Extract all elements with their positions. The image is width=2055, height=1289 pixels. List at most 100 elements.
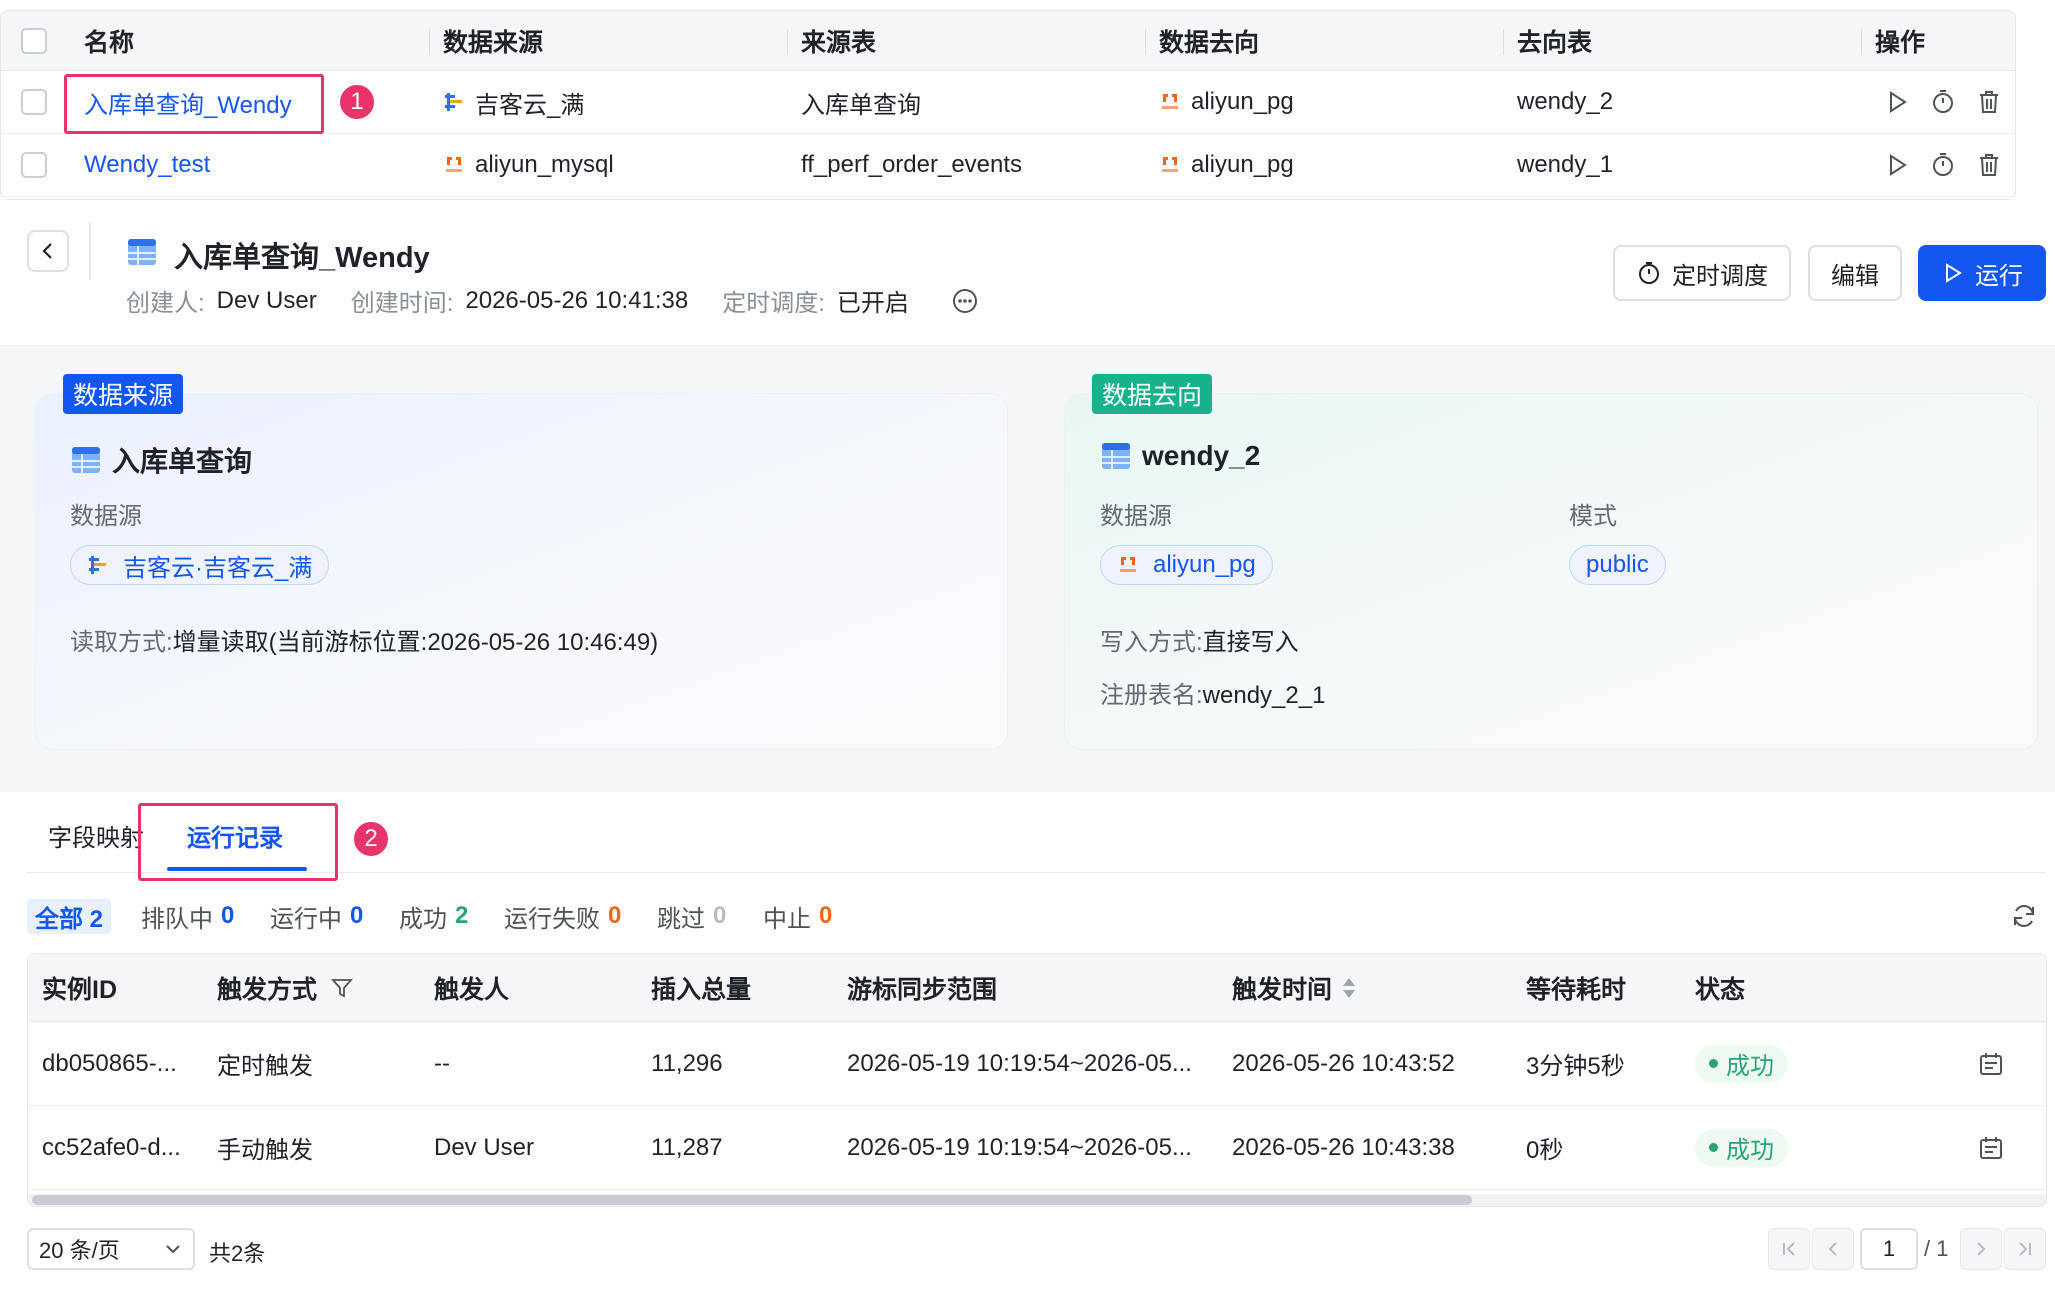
page-total: / 1 — [1924, 1236, 1949, 1261]
write-mode-value: 直接写入 — [1202, 629, 1299, 656]
col-dest-table: 去向表 — [1517, 28, 1593, 57]
filter-aborted[interactable]: 中止 0 — [763, 898, 832, 934]
filter-queued[interactable]: 排队中 0 — [141, 898, 234, 934]
horizontal-scrollbar[interactable] — [28, 1194, 2046, 1206]
log-icon[interactable] — [1978, 1051, 2004, 1077]
run-button-label: 运行 — [1975, 262, 2023, 290]
run-records-header: 实例ID 触发方式 触发人 插入总量 游标同步范围 触发时间 等待耗时 状态 — [28, 954, 2046, 1022]
col-trigger: 触发方式 — [217, 954, 353, 1021]
col-actions: 操作 — [1875, 28, 1926, 57]
col-triggered-by: 触发人 — [434, 975, 510, 1004]
highlight-box-1 — [64, 74, 324, 134]
col-cursor-range: 游标同步范围 — [847, 975, 998, 1004]
source-table: ff_perf_order_events — [801, 151, 1023, 178]
filter-icon[interactable] — [331, 977, 353, 999]
more-icon[interactable] — [951, 287, 979, 315]
source-ds-label: 数据源 — [70, 503, 142, 530]
chevron-down-icon — [166, 1245, 180, 1254]
dest-ds-pill[interactable]: aliyun_pg — [1100, 545, 1273, 585]
register-name-value: wendy_2_1 — [1202, 682, 1326, 709]
status-text: 成功 — [1726, 1137, 1774, 1164]
last-page-button[interactable] — [2004, 1228, 2046, 1270]
row-checkbox[interactable] — [21, 152, 47, 178]
filter-all[interactable]: 全部 2 — [27, 898, 112, 934]
edit-button-label: 编辑 — [1831, 262, 1879, 290]
schedule-label: 定时调度: — [722, 290, 825, 317]
source-read-mode: 读取方式:增量读取(当前游标位置:2026-05-26 10:46:49) — [70, 622, 658, 657]
source-name: 吉客云_满 — [475, 91, 585, 119]
filter-queued-count: 0 — [221, 902, 235, 929]
refresh-icon[interactable] — [2010, 902, 2038, 930]
triggered-by: Dev User — [434, 1133, 535, 1161]
row-checkbox[interactable] — [21, 89, 47, 115]
page-size-value: 20 条/页 — [39, 1238, 120, 1263]
write-mode-label: 写入方式: — [1100, 629, 1203, 656]
next-page-button[interactable] — [1960, 1228, 2002, 1270]
detail-meta: 创建人: Dev User 创建时间: 2026-05-26 10:41:38 … — [126, 283, 979, 318]
table-icon — [72, 447, 100, 473]
created-value: 2026-05-26 10:41:38 — [465, 286, 689, 314]
filter-running-label: 运行中 — [270, 905, 342, 933]
timer-icon[interactable] — [1929, 151, 1957, 179]
dest-card-title-wrap: wendy_2 — [1102, 440, 1260, 472]
postgresql-icon — [1162, 157, 1178, 172]
filter-skipped[interactable]: 跳过 0 — [657, 898, 726, 934]
filter-all-label: 全部 — [35, 905, 83, 933]
col-name: 名称 — [84, 28, 135, 57]
log-icon[interactable] — [1978, 1135, 2004, 1161]
delete-icon[interactable] — [1975, 88, 2003, 116]
dest-ds-value: aliyun_pg — [1153, 551, 1256, 578]
cursor-range: 2026-05-19 10:19:54~2026-05... — [847, 1133, 1192, 1161]
dest-name: aliyun_pg — [1191, 151, 1294, 178]
delete-icon[interactable] — [1975, 151, 2003, 179]
filter-aborted-count: 0 — [819, 902, 833, 929]
task-name-link[interactable]: Wendy_test — [84, 134, 210, 196]
highlight-box-2 — [138, 803, 338, 881]
run-records-table: 实例ID 触发方式 触发人 插入总量 游标同步范围 触发时间 等待耗时 状态 d… — [27, 953, 2047, 1207]
timer-icon — [1639, 262, 1659, 284]
filter-running-count: 0 — [350, 902, 364, 929]
run-button[interactable]: 运行 — [1918, 245, 2046, 301]
table-icon — [1102, 443, 1130, 469]
source-name: aliyun_mysql — [475, 151, 614, 178]
filter-failed[interactable]: 运行失败 0 — [504, 898, 621, 934]
cursor-range: 2026-05-19 10:19:54~2026-05... — [847, 1049, 1192, 1077]
table-row: db050865-... 定时触发 -- 11,296 2026-05-19 1… — [28, 1022, 2046, 1106]
filter-running[interactable]: 运行中 0 — [270, 898, 363, 934]
back-button[interactable] — [27, 230, 69, 272]
dest-register-name: 注册表名:wendy_2_1 — [1100, 675, 1325, 710]
run-icon[interactable] — [1883, 88, 1911, 116]
register-name-label: 注册表名: — [1100, 682, 1203, 709]
dest-schema-pill: public — [1569, 545, 1666, 585]
select-all-checkbox[interactable] — [21, 27, 47, 54]
schedule-value: 已开启 — [836, 290, 909, 317]
prev-page-button[interactable] — [1812, 1228, 1854, 1270]
col-source: 数据来源 — [443, 28, 544, 57]
status-text: 成功 — [1726, 1053, 1774, 1080]
annotation-badge-2: 2 — [352, 820, 390, 858]
dest-write-mode: 写入方式:直接写入 — [1100, 622, 1299, 657]
creator-label: 创建人: — [126, 290, 205, 317]
sort-icon[interactable] — [1342, 976, 1356, 1000]
run-icon[interactable] — [1883, 151, 1911, 179]
schedule-button[interactable]: 定时调度 — [1613, 245, 1791, 301]
dest-table: wendy_2 — [1517, 88, 1614, 115]
instance-id: db050865-... — [42, 1049, 177, 1077]
col-wait-time: 等待耗时 — [1526, 975, 1627, 1004]
read-mode-value: 增量读取(当前游标位置:2026-05-26 10:46:49) — [172, 629, 659, 656]
filter-success[interactable]: 成功 2 — [399, 898, 468, 934]
col-status: 状态 — [1695, 975, 1746, 1004]
source-table: 入库单查询 — [801, 91, 921, 119]
read-mode-label: 读取方式: — [70, 629, 173, 656]
page-input[interactable]: 1 — [1860, 1228, 1918, 1270]
page-size-select[interactable]: 20 条/页 — [27, 1228, 195, 1270]
triggered-by: -- — [434, 1049, 450, 1077]
first-page-button[interactable] — [1768, 1228, 1810, 1270]
insert-total: 11,287 — [651, 1133, 723, 1161]
scrollbar-thumb[interactable] — [32, 1195, 1472, 1205]
source-ds-pill[interactable]: 吉客云·吉客云_满 — [70, 545, 330, 585]
edit-button[interactable]: 编辑 — [1808, 245, 1902, 301]
timer-icon[interactable] — [1929, 88, 1957, 116]
dest-name: aliyun_pg — [1191, 88, 1294, 115]
tab-field-mapping[interactable]: 字段映射 — [48, 818, 144, 853]
